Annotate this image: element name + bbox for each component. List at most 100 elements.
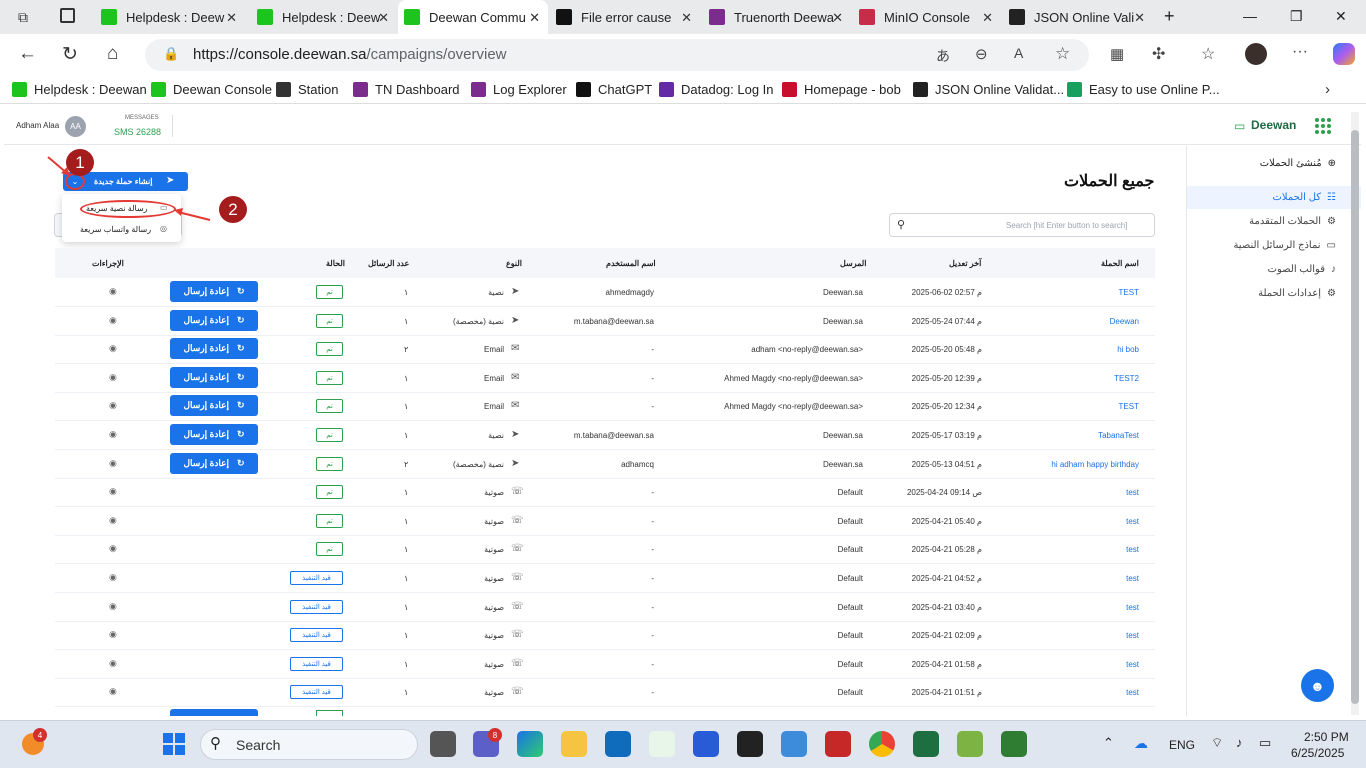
view-eye-icon[interactable]: ◉ xyxy=(109,515,117,526)
campaign-name-link[interactable]: hi adham happy birthday xyxy=(1051,460,1139,469)
resend-button[interactable]: إعادة إرسال ↻ xyxy=(170,309,258,331)
resend-button[interactable]: إعادة إرسال ↻ xyxy=(170,338,258,360)
avatar[interactable]: AA xyxy=(65,116,86,137)
clock-date[interactable]: 6/25/2025 xyxy=(1291,746,1344,760)
apps-grid-icon[interactable] xyxy=(1315,118,1331,134)
view-eye-icon[interactable]: ◉ xyxy=(109,458,117,469)
close-tab-icon[interactable]: ✕ xyxy=(378,10,389,26)
close-window-button[interactable]: ✕ xyxy=(1335,8,1347,25)
bookmark-item[interactable]: Helpdesk : Deewan xyxy=(12,82,147,97)
bookmark-item[interactable]: Homepage - bob xyxy=(782,82,901,97)
terminal-icon[interactable] xyxy=(1001,731,1027,757)
onedrive-icon[interactable]: ☁ xyxy=(1134,735,1148,752)
resend-button[interactable]: إعادة إرسال ↻ xyxy=(170,366,258,388)
view-eye-icon[interactable]: ◉ xyxy=(109,572,117,583)
clock-time[interactable]: 2:50 PM xyxy=(1304,730,1349,744)
notepad-icon[interactable] xyxy=(957,731,983,757)
minimize-button[interactable]: — xyxy=(1243,8,1257,24)
bookmark-item[interactable]: JSON Online Validat... xyxy=(913,82,1064,97)
sidebar-item-voice-templates[interactable]: ♪ قوالب الصوت xyxy=(1268,264,1336,275)
view-eye-icon[interactable]: ◉ xyxy=(109,372,117,383)
view-eye-icon[interactable]: ◉ xyxy=(109,286,117,297)
zoom-icon[interactable]: ⊖ xyxy=(975,45,988,63)
copilot-icon[interactable] xyxy=(1333,43,1355,65)
refresh-icon[interactable]: ↻ xyxy=(62,43,78,66)
browser-tab[interactable]: MinIO Console ✕ xyxy=(853,0,1001,34)
task-view-icon[interactable] xyxy=(430,731,456,757)
close-tab-icon[interactable]: ✕ xyxy=(681,10,692,26)
extensions-icon[interactable]: ✣ xyxy=(1152,44,1165,64)
view-eye-icon[interactable]: ◉ xyxy=(109,629,117,640)
bookmarks-more-icon[interactable]: › xyxy=(1325,81,1330,98)
view-eye-icon[interactable]: ◉ xyxy=(109,315,117,326)
close-tab-icon[interactable]: ✕ xyxy=(226,10,237,26)
taskbar-search[interactable] xyxy=(200,729,418,760)
sidebar-item-all-campaigns[interactable]: ☷ كل الحملات xyxy=(1272,192,1336,203)
campaign-name-link[interactable]: test xyxy=(1126,631,1139,640)
snipping-icon[interactable] xyxy=(825,731,851,757)
campaign-name-link[interactable]: hi bob xyxy=(1117,345,1139,354)
resend-button[interactable]: إعادة إرسال ↻ xyxy=(170,452,258,474)
workspaces-icon[interactable]: ⧉ xyxy=(18,9,28,26)
campaign-name-link[interactable]: TEST xyxy=(1119,402,1139,411)
campaign-name-link[interactable]: TEST xyxy=(1119,288,1139,297)
chevron-up-icon[interactable]: ⌃ xyxy=(1103,735,1114,751)
browser-tab[interactable]: File error cause ✕ xyxy=(550,0,700,34)
home-icon[interactable]: ⌂ xyxy=(107,43,118,65)
page-scrollbar-thumb[interactable] xyxy=(1351,130,1359,704)
excel-icon[interactable] xyxy=(913,731,939,757)
campaign-name-link[interactable]: test xyxy=(1126,517,1139,526)
bookmark-item[interactable]: TN Dashboard xyxy=(353,82,460,97)
profile-avatar[interactable] xyxy=(1245,43,1267,65)
favorites-icon[interactable]: ☆ xyxy=(1201,44,1215,64)
outlook-icon[interactable] xyxy=(605,731,631,757)
campaign-name-link[interactable]: test xyxy=(1126,603,1139,612)
bookmark-item[interactable]: Station xyxy=(276,82,338,97)
sidebar-item-campaign-settings[interactable]: ⚙ إعدادات الحملة xyxy=(1258,288,1336,299)
browser-tab[interactable]: Deewan Commu ✕ xyxy=(398,0,548,34)
close-tab-icon[interactable]: ✕ xyxy=(1134,10,1145,26)
resend-button[interactable]: إعادة إرسال ↻ xyxy=(170,395,258,417)
favorite-star-icon[interactable]: ☆ xyxy=(1055,44,1070,64)
more-menu-icon[interactable]: ··· xyxy=(1292,43,1308,61)
app-icon[interactable] xyxy=(649,731,675,757)
campaign-name-link[interactable]: Deewan xyxy=(1110,317,1139,326)
back-icon[interactable]: ← xyxy=(18,43,37,65)
campaign-name-link[interactable]: test xyxy=(1126,574,1139,583)
browser-tab[interactable]: Truenorth Deewa ✕ xyxy=(703,0,851,34)
start-icon[interactable] xyxy=(163,733,185,755)
read-aloud-icon[interactable]: あ xyxy=(936,46,950,66)
campaign-name-link[interactable]: TabanaTest xyxy=(1098,431,1139,440)
photos-icon[interactable] xyxy=(781,731,807,757)
store-icon[interactable] xyxy=(693,731,719,757)
close-tab-icon[interactable]: ✕ xyxy=(529,10,540,26)
language-indicator[interactable]: ENG xyxy=(1169,738,1195,752)
site-info-icon[interactable]: 🔒 xyxy=(163,46,179,62)
view-eye-icon[interactable]: ◉ xyxy=(109,343,117,354)
bookmark-item[interactable]: ChatGPT xyxy=(576,82,652,97)
new-tab-button[interactable]: + xyxy=(1164,6,1175,27)
sticky-notes-icon[interactable] xyxy=(737,731,763,757)
browser-tab[interactable]: JSON Online Vali ✕ xyxy=(1003,0,1153,34)
campaign-name-link[interactable]: TEST2 xyxy=(1114,374,1139,383)
campaign-name-link[interactable]: test xyxy=(1126,545,1139,554)
bookmark-item[interactable]: Easy to use Online P... xyxy=(1067,82,1220,97)
resend-button[interactable]: إعادة إرسال ↻ xyxy=(170,281,258,302)
close-tab-icon[interactable]: ✕ xyxy=(982,10,993,26)
text-size-icon[interactable]: A xyxy=(1014,45,1023,61)
chrome-icon[interactable] xyxy=(869,731,895,757)
sidebar-item-advanced-campaigns[interactable]: ⚙ الحملات المتقدمة xyxy=(1249,216,1336,227)
volume-icon[interactable]: ♪ xyxy=(1236,735,1243,750)
restore-button[interactable]: ❐ xyxy=(1290,8,1303,25)
url-text[interactable]: https://console.deewan.sa/campaigns/over… xyxy=(193,46,507,63)
resend-button[interactable]: إعادة إرسال ↻ xyxy=(170,424,258,445)
tab-actions-icon[interactable] xyxy=(60,8,75,23)
view-eye-icon[interactable]: ◉ xyxy=(109,486,117,497)
campaign-name-link[interactable]: test xyxy=(1126,488,1139,497)
browser-tab[interactable]: Helpdesk : Deew ✕ xyxy=(251,0,397,34)
qr-icon[interactable]: ▦ xyxy=(1110,45,1124,63)
edge-icon[interactable] xyxy=(517,731,543,757)
file-explorer-icon[interactable] xyxy=(561,731,587,757)
bookmark-item[interactable]: Datadog: Log In xyxy=(659,82,774,97)
view-eye-icon[interactable]: ◉ xyxy=(109,658,117,669)
